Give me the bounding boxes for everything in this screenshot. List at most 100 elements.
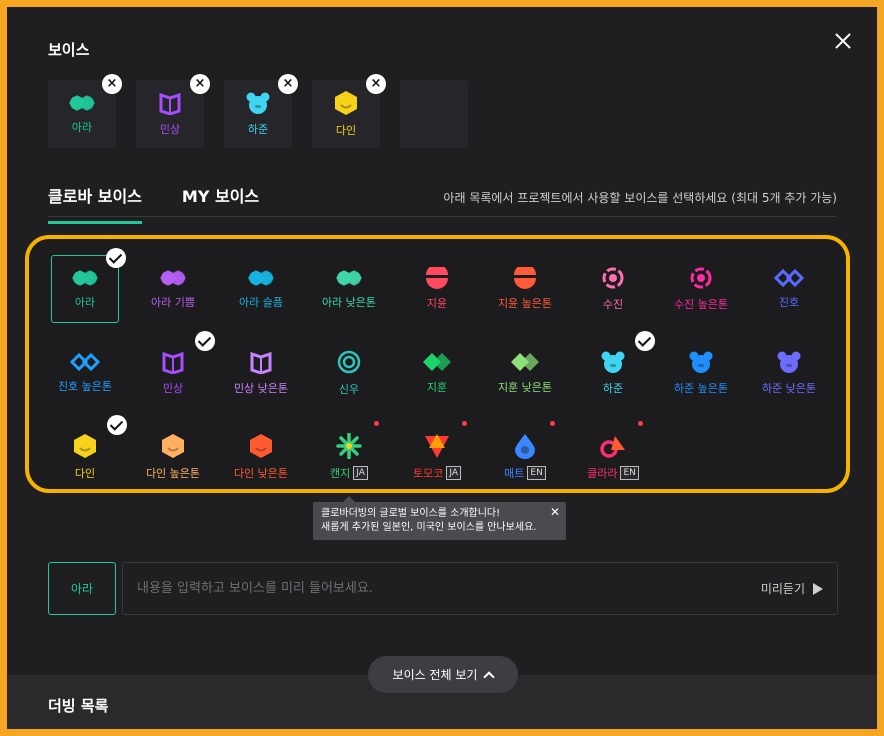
voice-card-label-wrap: 다인 <box>75 465 95 481</box>
new-dot-icon <box>638 421 643 426</box>
voice-card-label-wrap: 하준 <box>603 380 623 396</box>
voice-icon <box>246 268 276 288</box>
voice-icon <box>246 433 276 459</box>
tooltip-line1: 클로바더빙의 글로벌 보이스를 소개합니다! <box>321 508 501 519</box>
selected-voice-slot[interactable]: 다인 × <box>312 74 386 148</box>
voice-card[interactable]: 아라 <box>51 248 126 323</box>
voice-card[interactable]: 수진 <box>579 255 647 323</box>
selected-voice-label: 하준 <box>247 123 269 136</box>
voice-icon <box>598 350 628 374</box>
voice-label: 지윤 높은톤 <box>497 297 553 310</box>
voice-modal: 보이스 아라 × 민상 × 하준 × 다인 × 클로바 보이스 MY 보이스 아… <box>7 7 877 729</box>
voice-label: 아라 <box>74 296 96 309</box>
voice-label: 수진 <box>602 298 624 311</box>
remove-voice-icon[interactable]: × <box>278 74 298 94</box>
voice-label: 민상 <box>162 382 184 395</box>
voice-card[interactable]: 캔지 JA <box>315 421 383 491</box>
check-icon <box>107 415 127 435</box>
chevron-up-icon <box>483 670 496 683</box>
voice-card[interactable]: 하준 <box>579 331 655 407</box>
voice-label: 토모코 <box>412 467 444 480</box>
voice-icon <box>334 268 364 288</box>
remove-voice-icon[interactable]: × <box>102 74 122 94</box>
voice-card[interactable]: 지훈 <box>403 339 471 407</box>
tabs-divider <box>48 216 837 217</box>
preview-play-button[interactable]: 미리듣기 <box>761 580 823 597</box>
remove-voice-icon[interactable]: × <box>190 74 210 94</box>
preview-text-box: 미리듣기 <box>122 562 838 615</box>
global-voice-tooltip: 클로바더빙의 글로벌 보이스를 소개합니다! 새롭게 추가된 일본인, 미국인 … <box>313 496 566 540</box>
tooltip-close-icon[interactable]: ✕ <box>550 505 560 519</box>
voice-card-label-wrap: 클라라 EN <box>587 465 639 481</box>
voice-card[interactable]: 클라라 EN <box>579 421 647 491</box>
voice-card[interactable]: 지윤 <box>403 255 471 323</box>
tab-clova-voice[interactable]: 클로바 보이스 <box>48 183 142 224</box>
dain-icon <box>331 90 361 116</box>
voice-card-label-wrap: 진호 <box>779 294 799 310</box>
voice-card[interactable]: 민상 <box>139 331 215 407</box>
empty-voice-slot <box>400 80 468 148</box>
voice-card[interactable]: 진호 높은톤 <box>51 339 119 407</box>
voice-icon <box>70 433 100 459</box>
close-icon[interactable] <box>831 29 855 53</box>
voice-card[interactable]: 다인 높은톤 <box>139 423 207 491</box>
new-dot-icon <box>374 421 379 426</box>
view-all-voices-button[interactable]: 보이스 전체 보기 <box>368 656 518 693</box>
voice-card[interactable]: 다인 <box>51 415 127 491</box>
lang-badge: JA <box>353 466 368 480</box>
voice-card-label-wrap: 민상 낮은톤 <box>234 380 288 396</box>
voice-card[interactable]: 아라 슬픔 <box>227 255 295 323</box>
voice-card[interactable]: 아라 기쁨 <box>139 255 207 323</box>
voice-card[interactable]: 지훈 낮은톤 <box>491 339 559 407</box>
voice-card-label-wrap: 지훈 <box>427 379 447 395</box>
voice-grid-panel: 아라 아라 기쁨 아라 슬픔 아라 낮은톤 지윤 지윤 높은톤 수진 수진 높은… <box>25 235 850 493</box>
voice-label: 진호 높은톤 <box>57 380 113 393</box>
selection-hint: 아래 목록에서 프로젝트에서 사용할 보이스를 선택하세요 (최대 5개 추가 … <box>443 191 837 205</box>
voice-label: 아라 슬픔 <box>239 296 283 309</box>
voice-label: 수진 높은톤 <box>673 298 729 311</box>
voice-card[interactable]: 진호 <box>755 255 823 323</box>
voice-card[interactable]: 아라 낮은톤 <box>315 255 383 323</box>
voice-card[interactable]: 지윤 높은톤 <box>491 255 559 323</box>
tab-my-voice[interactable]: MY 보이스 <box>182 183 259 224</box>
voice-card-label-wrap: 다인 높은톤 <box>146 465 200 481</box>
preview-text-input[interactable] <box>137 581 761 596</box>
voice-icon <box>70 352 100 372</box>
voice-card-label-wrap: 진호 높은톤 <box>58 378 112 394</box>
voice-card-label-wrap: 지훈 낮은톤 <box>498 379 552 395</box>
voice-label: 다인 낮은톤 <box>233 467 289 480</box>
preview-voice-button[interactable]: 아라 <box>48 562 116 615</box>
voice-icon <box>510 433 540 459</box>
remove-voice-icon[interactable]: × <box>366 74 386 94</box>
voice-card-label-wrap: 아라 <box>75 294 95 310</box>
voice-card[interactable]: 하준 낮은톤 <box>755 339 823 407</box>
voice-card-label-wrap: 토모코 JA <box>412 465 462 481</box>
voice-label: 지훈 <box>426 381 448 394</box>
selected-voice-slot[interactable]: 하준 × <box>224 74 298 148</box>
voice-card[interactable]: 매트 EN <box>491 421 559 491</box>
voice-label: 지훈 낮은톤 <box>497 381 553 394</box>
selected-voice-slot[interactable]: 민상 × <box>136 74 210 148</box>
voice-card[interactable]: 신우 <box>315 339 383 407</box>
voice-label: 다인 <box>74 467 96 480</box>
voice-icon <box>510 351 540 373</box>
voice-card[interactable]: 민상 낮은톤 <box>227 339 295 407</box>
tooltip-line2: 새롭게 추가된 일본인, 미국인 보이스를 만나보세요. <box>321 522 537 533</box>
play-icon <box>813 582 823 595</box>
selected-voice-slot[interactable]: 아라 × <box>48 74 122 148</box>
lang-badge: EN <box>620 466 639 480</box>
voice-card[interactable]: 다인 낮은톤 <box>227 423 295 491</box>
voice-label: 하준 <box>602 382 624 395</box>
voice-icon <box>774 350 804 374</box>
voice-label: 민상 낮은톤 <box>233 382 289 395</box>
voice-card-label-wrap: 아라 슬픔 <box>239 294 283 310</box>
voice-icon <box>686 266 716 290</box>
voice-label: 지윤 <box>426 297 448 310</box>
voice-card[interactable]: 토모코 JA <box>403 421 471 491</box>
voice-card[interactable]: 수진 높은톤 <box>667 255 735 323</box>
voice-label: 클라라 <box>587 467 618 480</box>
voice-card[interactable]: 하준 높은톤 <box>667 339 735 407</box>
voice-card-label-wrap: 민상 <box>163 380 183 396</box>
voice-icon <box>334 433 364 459</box>
check-icon <box>635 331 655 351</box>
